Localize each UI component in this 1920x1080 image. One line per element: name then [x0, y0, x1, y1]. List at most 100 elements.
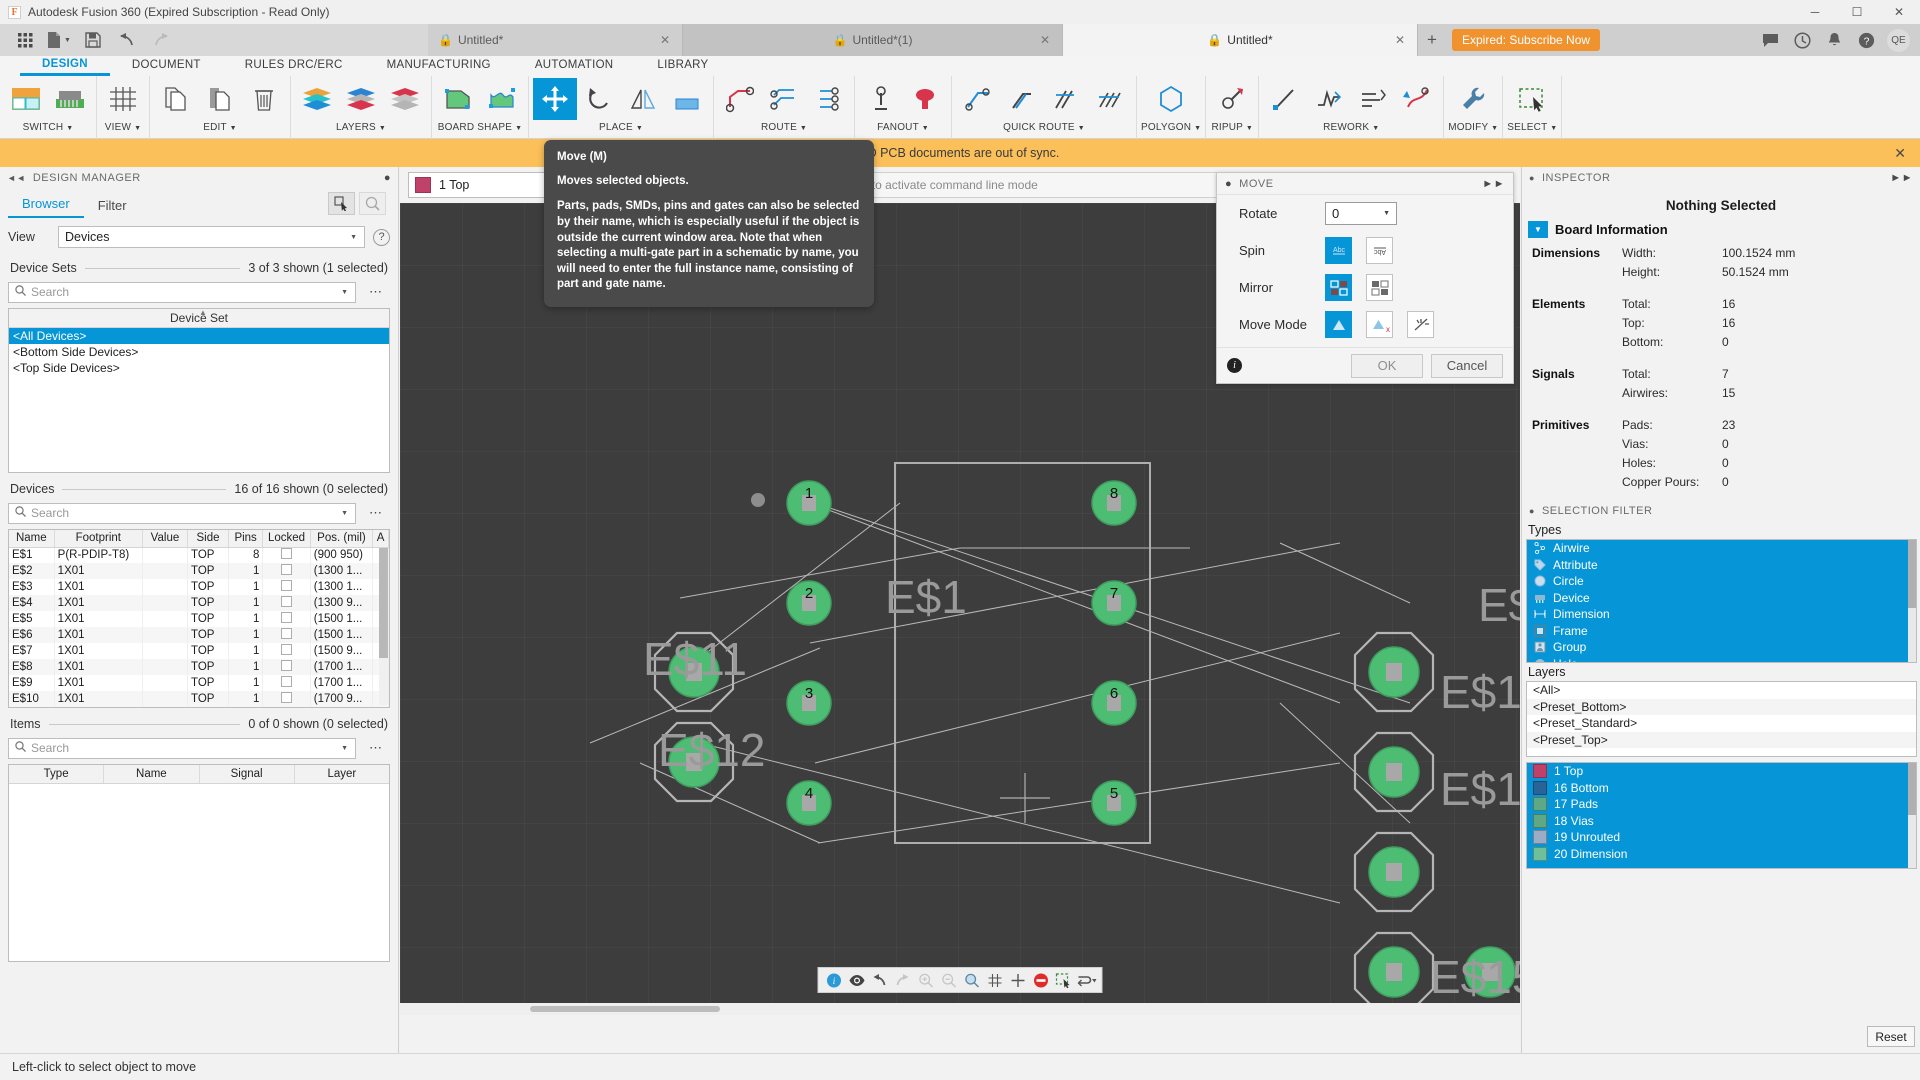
cancel-button[interactable]: Cancel — [1431, 354, 1503, 378]
type-item-device[interactable]: Device — [1527, 590, 1916, 607]
ribbon-tab-rules[interactable]: RULES DRC/ERC — [223, 56, 365, 76]
list-item[interactable]: <All Devices> — [9, 328, 389, 344]
devices-search[interactable]: ▼ — [8, 503, 356, 524]
board-profile-icon[interactable] — [480, 78, 524, 120]
col-name[interactable]: Name — [104, 765, 199, 783]
locked-checkbox[interactable] — [281, 612, 292, 623]
locked-checkbox[interactable] — [281, 596, 292, 607]
visibility-icon[interactable] — [846, 969, 868, 991]
layer-visibility-icon[interactable] — [339, 78, 383, 120]
chevron-down-icon[interactable]: ▼ — [341, 745, 348, 752]
rotate-tool-icon[interactable] — [577, 78, 621, 120]
devices-search-input[interactable] — [31, 506, 349, 520]
close-button[interactable]: ✕ — [1878, 0, 1920, 24]
reset-button[interactable]: Reset — [1867, 1026, 1915, 1047]
col-a[interactable]: A — [373, 530, 389, 547]
move-dialog[interactable]: ● MOVE ►► Rotate 0 ▼ Spin Abc Abc Mirror — [1216, 172, 1514, 384]
zoom-out-icon[interactable] — [938, 969, 960, 991]
switch-to-schematic-icon[interactable] — [4, 78, 48, 120]
ribbon-tab-library[interactable]: LIBRARY — [635, 56, 730, 76]
route-bus-icon[interactable] — [806, 78, 850, 120]
fanout-icon[interactable] — [859, 78, 903, 120]
preset-item[interactable]: <Preset_Standard> — [1527, 715, 1916, 732]
chevron-down-icon[interactable]: ▼ — [341, 510, 348, 517]
items-search-input[interactable] — [31, 741, 349, 755]
fanout-bga-icon[interactable] — [903, 78, 947, 120]
locked-checkbox[interactable] — [281, 676, 292, 687]
devices-table[interactable]: Name Footprint Value Side Pins Locked Po… — [8, 529, 390, 708]
locked-checkbox[interactable] — [281, 692, 292, 703]
col-pins[interactable]: Pins — [228, 530, 262, 547]
collapse-left-icon[interactable]: ◄◄ — [7, 173, 26, 183]
preset-item[interactable]: <Preset_Top> — [1527, 732, 1916, 749]
locked-checkbox[interactable] — [281, 548, 292, 559]
document-tab-1[interactable]: 🔒 Untitled* ✕ — [428, 24, 683, 56]
rotate-dropdown[interactable]: 0 ▼ — [1325, 202, 1397, 225]
zoom-to-selection-icon[interactable] — [359, 192, 386, 215]
types-list[interactable]: Airwire Attribute Circle Device Dimensio… — [1526, 539, 1917, 663]
subscribe-button[interactable]: Expired: Subscribe Now — [1452, 29, 1600, 51]
board-outline-icon[interactable] — [436, 78, 480, 120]
document-tab-3-active[interactable]: 🔒 Untitled* ✕ — [1063, 24, 1418, 56]
history-icon[interactable] — [1787, 25, 1817, 55]
table-row[interactable]: E$1 P(R-PDIP-T8) TOP 8 (900 950) — [9, 547, 389, 563]
cell-locked[interactable] — [263, 691, 310, 707]
place-plane-icon[interactable] — [665, 78, 709, 120]
polygon-icon[interactable] — [1149, 78, 1193, 120]
route-mode-icon[interactable] — [1076, 969, 1098, 991]
mirror-on-button[interactable] — [1366, 274, 1393, 301]
device-sets-search-input[interactable] — [31, 285, 349, 299]
locked-checkbox[interactable] — [281, 564, 292, 575]
collapse-icon[interactable]: ● — [1529, 173, 1535, 183]
route-all-icon[interactable] — [1088, 78, 1132, 120]
table-row[interactable]: E$9 1X01 TOP 1 (1700 1... — [9, 675, 389, 691]
user-avatar[interactable]: QE — [1887, 29, 1910, 52]
layer-item-18-vias[interactable]: 18 Vias — [1527, 813, 1916, 830]
close-icon[interactable]: ✕ — [1894, 145, 1906, 162]
zoom-in-icon[interactable] — [915, 969, 937, 991]
col-value[interactable]: Value — [142, 530, 187, 547]
layer-item-1-top[interactable]: 1 Top — [1527, 763, 1916, 780]
route-wire-icon[interactable] — [718, 78, 762, 120]
mirror-off-button[interactable] — [1325, 274, 1352, 301]
undo-icon[interactable] — [869, 969, 891, 991]
optimize-icon[interactable] — [1395, 78, 1439, 120]
list-item[interactable]: <Bottom Side Devices> — [9, 344, 389, 360]
stop-icon[interactable] — [1030, 969, 1052, 991]
autoroute-icon[interactable] — [956, 78, 1000, 120]
layer-stack-icon[interactable] — [383, 78, 427, 120]
close-tab-icon[interactable]: ✕ — [1395, 33, 1405, 47]
list-item[interactable]: <Top Side Devices> — [9, 360, 389, 376]
meander-icon[interactable] — [1307, 78, 1351, 120]
devices-more-options[interactable]: ⋯ — [362, 505, 390, 521]
cell-locked[interactable] — [263, 659, 310, 675]
cell-locked[interactable] — [263, 579, 310, 595]
collapse-icon[interactable]: ● — [1225, 178, 1232, 190]
table-row[interactable]: E$3 1X01 TOP 1 (1300 1... — [9, 579, 389, 595]
col-locked[interactable]: Locked — [263, 530, 310, 547]
grid-icon[interactable] — [984, 969, 1006, 991]
layer-settings-icon[interactable] — [295, 78, 339, 120]
split-icon[interactable] — [1263, 78, 1307, 120]
chevron-down-icon[interactable]: ▼ — [1528, 221, 1548, 238]
cell-locked[interactable] — [263, 563, 310, 579]
locked-checkbox[interactable] — [281, 628, 292, 639]
preset-item[interactable]: <Preset_Bottom> — [1527, 699, 1916, 716]
layer-item-16-bottom[interactable]: 16 Bottom — [1527, 780, 1916, 797]
collapse-icon[interactable]: ● — [1529, 506, 1535, 516]
col-footprint[interactable]: Footprint — [54, 530, 142, 547]
layer-item-19-unrouted[interactable]: 19 Unrouted — [1527, 829, 1916, 846]
move-mode-default-button[interactable] — [1325, 311, 1352, 338]
table-row[interactable]: E$7 1X01 TOP 1 (1500 9... — [9, 643, 389, 659]
move-tool-button[interactable] — [533, 78, 577, 120]
move-mode-drag-button[interactable] — [1407, 311, 1434, 338]
route-airwire-icon[interactable] — [1044, 78, 1088, 120]
spin-flipped-button[interactable]: Abc — [1366, 237, 1393, 264]
types-scrollbar[interactable] — [1908, 540, 1916, 662]
switch-to-pcb-icon[interactable] — [48, 78, 92, 120]
table-row[interactable]: E$4 1X01 TOP 1 (1300 9... — [9, 595, 389, 611]
copy-icon[interactable] — [154, 78, 198, 120]
layer-item-17-pads[interactable]: 17 Pads — [1527, 796, 1916, 813]
type-item-hole[interactable]: Hole — [1527, 656, 1916, 664]
layer-item-20-dimension[interactable]: 20 Dimension — [1527, 846, 1916, 863]
